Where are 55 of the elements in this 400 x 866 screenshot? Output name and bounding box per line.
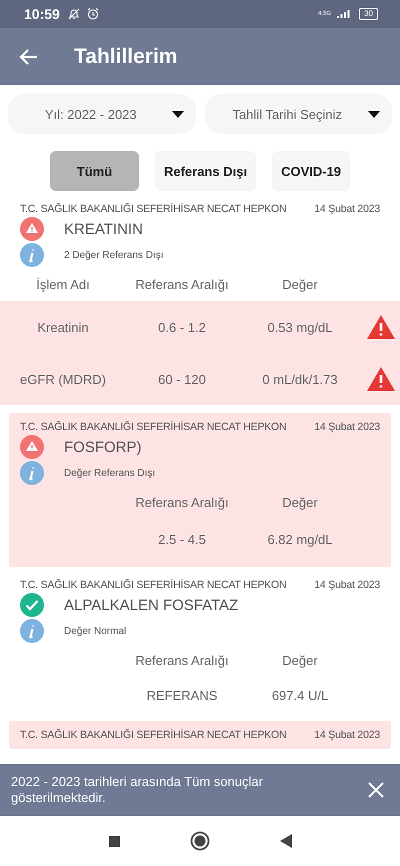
home-icon[interactable]	[190, 831, 210, 851]
filter-tab[interactable]: COVID-19	[272, 151, 350, 191]
test-name: KREATININ	[64, 220, 143, 238]
info-icon	[20, 243, 44, 267]
dropdown-field[interactable]: Tahlil Tarihi Seçiniz	[204, 94, 392, 134]
institution-name: T.C. SAĞLIK BAKANLIĞI SEFERİHİSAR NECAT HEPKON	[20, 421, 286, 433]
recent-apps-icon[interactable]	[108, 836, 120, 846]
column-header: Referans Aralığı	[135, 494, 229, 510]
filter-tab[interactable]: Referans Dışı	[154, 151, 256, 191]
battery-icon: 30	[359, 8, 378, 20]
column-header: Referans Aralığı	[135, 652, 229, 668]
column-header: Değer	[282, 276, 318, 292]
institution-name: T.C. SAĞLIK BAKANLIĞI SEFERİHİSAR NECAT HEPKON	[20, 729, 286, 741]
table-cell: 0.6 - 1.2	[158, 320, 206, 334]
table-cell: Kreatinin	[37, 320, 89, 334]
result-note: 2 Değer Referans Dışı	[64, 250, 164, 260]
signal-icon	[336, 9, 350, 19]
screen-title: Tahlillerim	[74, 44, 178, 68]
result-date: 14 Şubat 2023	[314, 729, 380, 741]
caret-icon	[172, 111, 184, 118]
test-name: ALPALKALEN FOSFATAZ	[64, 596, 238, 614]
filter-tab[interactable]: Tümü	[50, 151, 139, 191]
table-cell: 697.4 U/L	[272, 688, 328, 702]
caret-icon	[368, 111, 380, 118]
table-cell: eGFR (MDRD)	[20, 372, 106, 386]
close-icon[interactable]	[368, 782, 384, 798]
result-date: 14 Şubat 2023	[314, 579, 380, 591]
result-note: Değer Referans Dışı	[64, 468, 156, 478]
snackbar-message: 2022 - 2023 tarihleri arasında Tüm sonuçlar gösterilmektedir.	[11, 774, 264, 806]
dropdown-field[interactable]: Yıl: 2022 - 2023	[8, 94, 196, 134]
bell-off-icon	[66, 7, 81, 21]
table-cell: 60 - 120	[158, 372, 206, 386]
info-icon	[20, 619, 44, 643]
column-header: Değer	[282, 494, 318, 510]
table-cell: 2.5 - 4.5	[158, 532, 206, 546]
info-icon	[20, 461, 44, 485]
back-arrow-icon[interactable]	[19, 46, 39, 66]
warning-icon	[366, 366, 396, 392]
result-note: Değer Normal	[64, 626, 126, 636]
table-cell: REFERANS	[146, 688, 218, 702]
column-header: İşlem Adı	[36, 276, 90, 292]
warning-icon	[366, 314, 396, 340]
column-header: Referans Aralığı	[135, 276, 229, 292]
result-date: 14 Şubat 2023	[314, 421, 380, 433]
result-date: 14 Şubat 2023	[314, 203, 380, 215]
institution-name: T.C. SAĞLIK BAKANLIĞI SEFERİHİSAR NECAT HEPKON	[20, 203, 286, 215]
table-cell: 6.82 mg/dL	[267, 532, 333, 546]
clock-time: 10:59	[24, 6, 60, 22]
alarm-clock-icon	[86, 7, 100, 21]
table-cell: 0 mL/dk/1.73	[262, 372, 338, 386]
back-icon[interactable]	[280, 834, 292, 848]
institution-name: T.C. SAĞLIK BAKANLIĞI SEFERİHİSAR NECAT HEPKON	[20, 579, 286, 591]
column-header: Değer	[282, 652, 318, 668]
table-cell: 0.53 mg/dL	[267, 320, 333, 334]
test-name: FOSFORP)	[64, 438, 142, 456]
